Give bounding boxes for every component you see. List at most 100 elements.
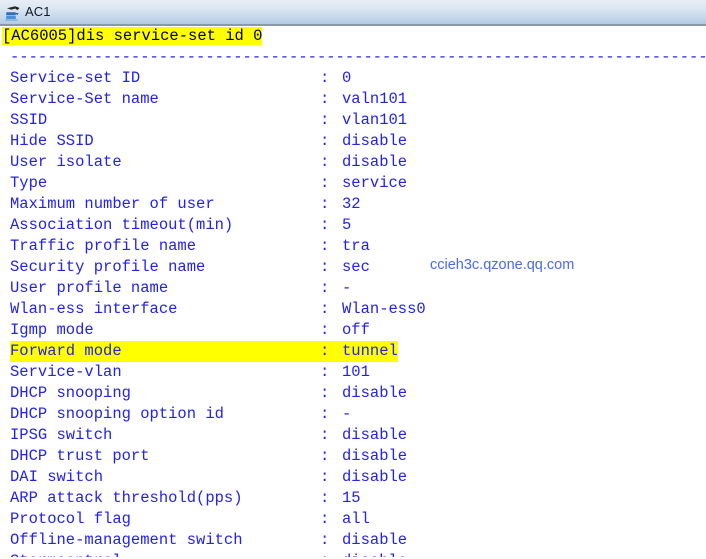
detail-colon: : — [320, 258, 330, 276]
detail-value: 101 — [342, 363, 370, 381]
detail-row: Forward mode: tunnel — [0, 341, 706, 362]
detail-value: tra — [342, 237, 370, 255]
detail-row-content: DHCP snooping: disable — [10, 384, 407, 402]
detail-value: disable — [342, 426, 408, 444]
detail-row-content: ARP attack threshold(pps):15 — [10, 489, 361, 507]
detail-value: disable — [342, 531, 408, 549]
detail-value: disable — [342, 384, 408, 402]
detail-key: Service-vlan — [10, 363, 122, 381]
detail-row: Igmp mode: off — [0, 320, 706, 341]
detail-colon: : — [320, 300, 330, 318]
detail-row-content: Stormcontrol:disable — [10, 552, 407, 557]
detail-value: sec — [342, 258, 370, 276]
detail-colon: : — [320, 237, 330, 255]
detail-key: SSID — [10, 111, 48, 129]
detail-row: Service-Set name: valn101 — [0, 89, 706, 110]
detail-row: Association timeout(min):5 — [0, 215, 706, 236]
detail-row: User profile name: - — [0, 278, 706, 299]
detail-key: DHCP trust port — [10, 447, 150, 465]
detail-key: DAI switch — [10, 468, 104, 486]
detail-value: 15 — [342, 489, 361, 507]
detail-value: - — [342, 405, 352, 423]
detail-value: tunnel — [342, 342, 398, 360]
detail-key: DHCP snooping option id — [10, 405, 224, 423]
detail-row: Service-set ID:0 — [0, 68, 706, 89]
detail-key: Igmp mode — [10, 321, 94, 339]
detail-key: Forward mode — [10, 342, 122, 360]
detail-row-content: Service-set ID:0 — [10, 69, 351, 87]
command-prompt-line: [AC6005]dis service-set id 0 — [0, 26, 706, 47]
detail-row-content: Association timeout(min):5 — [10, 216, 351, 234]
detail-row: DHCP snooping: disable — [0, 383, 706, 404]
detail-colon: : — [320, 510, 330, 528]
detail-value: 0 — [342, 69, 352, 87]
detail-key: Service-set ID — [10, 69, 141, 87]
detail-colon: : — [320, 405, 330, 423]
detail-colon: : — [320, 384, 330, 402]
detail-key: Protocol flag — [10, 510, 131, 528]
detail-row-content: Type: service — [10, 174, 407, 192]
detail-colon: : — [320, 447, 330, 465]
detail-row-content: DHCP trust port: disable — [10, 447, 407, 465]
detail-row-content: Protocol flag: all — [10, 510, 370, 528]
detail-colon: : — [320, 174, 330, 192]
detail-key: User profile name — [10, 279, 169, 297]
detail-row-content: User profile name: - — [10, 279, 351, 297]
detail-row: Hide SSID: disable — [0, 131, 706, 152]
detail-row: Service-vlan:101 — [0, 362, 706, 383]
detail-row: Security profile name: sec — [0, 257, 706, 278]
detail-key: User isolate — [10, 153, 122, 171]
detail-row-content: Service-vlan:101 — [10, 363, 370, 381]
detail-colon: : — [320, 153, 330, 171]
detail-value: disable — [342, 468, 408, 486]
device-terminal-icon — [4, 4, 22, 22]
detail-key: Offline-management switch — [10, 531, 243, 549]
detail-colon: : — [320, 531, 330, 549]
detail-colon: : — [320, 90, 330, 108]
detail-value: valn101 — [342, 90, 408, 108]
detail-row: DHCP trust port: disable — [0, 446, 706, 467]
detail-value: - — [342, 279, 352, 297]
detail-row: User isolate: disable — [0, 152, 706, 173]
detail-colon: : — [320, 468, 330, 486]
detail-colon: : — [320, 321, 330, 339]
detail-row: Traffic profile name: tra — [0, 236, 706, 257]
detail-key: DHCP snooping — [10, 384, 131, 402]
detail-key: Stormcontrol — [10, 551, 320, 557]
detail-value: off — [342, 321, 370, 339]
detail-row: Maximum number of user:32 — [0, 194, 706, 215]
detail-key: Maximum number of user — [10, 195, 215, 213]
detail-value: Wlan-ess0 — [342, 300, 426, 318]
detail-row-content: Traffic profile name: tra — [10, 237, 370, 255]
detail-row-content: Forward mode: tunnel — [10, 341, 398, 362]
detail-colon: : — [320, 132, 330, 150]
detail-row-content: DHCP snooping option id: - — [10, 405, 351, 423]
detail-row-content: Service-Set name: valn101 — [10, 90, 407, 108]
detail-row-content: DAI switch: disable — [10, 468, 407, 486]
detail-row: ARP attack threshold(pps):15 — [0, 488, 706, 509]
detail-key: Traffic profile name — [10, 237, 197, 255]
detail-row: IPSG switch: disable — [0, 425, 706, 446]
watermark-text: ccieh3c.qzone.qq.com — [430, 257, 575, 273]
detail-key: Wlan-ess interface — [10, 300, 178, 318]
detail-key: Association timeout(min) — [10, 216, 234, 234]
detail-colon: : — [320, 111, 330, 129]
detail-value: all — [342, 510, 370, 528]
detail-key: Hide SSID — [10, 132, 94, 150]
detail-colon: : — [320, 363, 330, 381]
detail-value: vlan101 — [342, 111, 408, 129]
detail-row-content: Wlan-ess interface: Wlan-ess0 — [10, 300, 426, 318]
detail-value: disable — [342, 132, 408, 150]
detail-value: disable — [342, 153, 408, 171]
detail-colon: : — [320, 551, 342, 557]
detail-colon: : — [320, 216, 330, 234]
detail-colon: : — [320, 489, 330, 507]
window-title-text: AC1 — [25, 4, 51, 19]
detail-value: 32 — [342, 195, 361, 213]
detail-row-content: SSID: vlan101 — [10, 111, 407, 129]
terminal-window: AC1 [AC6005]dis service-set id 0 -------… — [0, 0, 706, 559]
detail-row: Wlan-ess interface: Wlan-ess0 — [0, 299, 706, 320]
window-title-bar[interactable]: AC1 — [0, 0, 706, 26]
detail-row-content: IPSG switch: disable — [10, 426, 407, 444]
terminal-output[interactable]: [AC6005]dis service-set id 0 -----------… — [0, 26, 706, 557]
